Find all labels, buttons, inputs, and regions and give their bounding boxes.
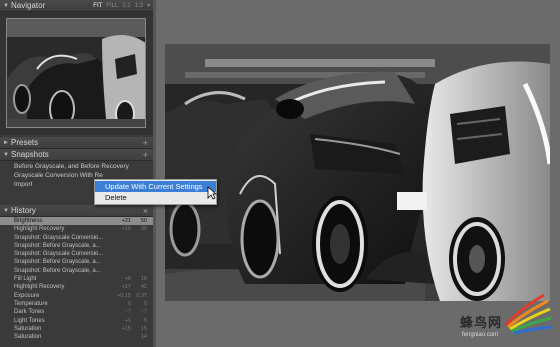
history-item-value: 15 — [140, 325, 147, 332]
zoom-fill-button[interactable]: FILL — [106, 0, 118, 12]
navigator-thumbnail[interactable] — [6, 18, 146, 128]
navigator-title: Navigator — [11, 1, 46, 10]
history-item[interactable]: Saturation 14 — [0, 333, 153, 341]
history-item[interactable]: Highlight Recovery +17 42 — [0, 283, 153, 291]
history-item-delta: -7 — [126, 309, 131, 316]
history-item-delta: +8 — [124, 276, 131, 283]
history-item-label: Saturation — [14, 325, 42, 332]
history-item-value: 0 — [143, 300, 147, 307]
history-item-value: 0.37 — [136, 292, 147, 299]
history-item-delta: 0 — [127, 300, 131, 307]
history-item[interactable]: Highlight Recovery +10 39 — [0, 225, 153, 233]
history-item[interactable]: Brightness +21 50 — [0, 217, 153, 226]
history-item-delta: +10 — [121, 226, 131, 233]
history-item-label: Snapshot: Grayscale Conversio... — [14, 251, 104, 258]
zoom-fit-button[interactable]: FIT — [93, 0, 102, 12]
history-item[interactable]: Snapshot: Before Grayscale, a... — [0, 258, 153, 266]
collapse-triangle-icon[interactable]: ▼ — [3, 152, 11, 158]
history-item-delta: +15 — [121, 325, 131, 332]
history-item[interactable]: Snapshot: Before Grayscale, a... — [0, 267, 153, 275]
presets-title: Presets — [11, 138, 39, 147]
history-item-label: Temperature — [14, 300, 48, 307]
panel-divider[interactable] — [153, 0, 156, 347]
history-item[interactable]: Fill Light +8 18 — [0, 275, 153, 283]
watermark-url-text: fengniao.com — [462, 332, 499, 338]
history-item-label: Highlight Recovery — [14, 284, 65, 291]
zoom-menu-icon[interactable]: ▾ — [147, 0, 150, 12]
history-list: Brightness +21 50 Highlight Recovery +10 39 Sn… — [0, 217, 153, 341]
history-item[interactable]: Light Tones +1 5 — [0, 317, 153, 325]
update-with-current-settings-menu-item[interactable]: Update With Current Settings — [95, 181, 216, 192]
snapshots-title: Snapshots — [11, 150, 49, 159]
history-item[interactable]: Snapshot: Before Grayscale, a... — [0, 242, 153, 250]
history-item-value: 5 — [143, 317, 147, 324]
history-item[interactable]: Exposure +0.15 0.37 — [0, 292, 153, 300]
collapse-triangle-icon[interactable]: ▼ — [3, 3, 11, 9]
history-item-label: Snapshot: Before Grayscale, a... — [14, 242, 101, 249]
history-item[interactable]: Snapshot: Grayscale Conversio... — [0, 234, 153, 242]
history-item-label: Brightness — [14, 218, 43, 224]
history-item-value: 39 — [140, 226, 147, 233]
navigator-zoom-options: FIT FILL 1:1 1:3 ▾ — [93, 0, 150, 12]
history-item-value: 42 — [140, 284, 147, 291]
history-item-value: -7 — [142, 309, 147, 316]
main-photo[interactable] — [165, 44, 550, 301]
zoom-1-1-button[interactable]: 1:1 — [122, 0, 130, 12]
history-item-delta: +0.15 — [117, 292, 131, 299]
history-header[interactable]: ▼ History × — [0, 205, 153, 217]
snapshot-context-menu: Update With Current Settings Delete — [94, 179, 217, 205]
collapse-triangle-icon[interactable]: ▼ — [3, 208, 11, 214]
history-item-value: 50 — [140, 218, 147, 224]
history-item-label: Exposure — [14, 292, 40, 299]
history-item[interactable]: Dark Tones -7 -7 — [0, 308, 153, 316]
clear-history-icon[interactable]: × — [143, 205, 148, 217]
history-item-label: Snapshot: Before Grayscale, a... — [14, 267, 101, 274]
cars-photo-image — [165, 44, 550, 301]
navigator-preview[interactable] — [0, 12, 153, 134]
expand-triangle-icon[interactable]: ► — [3, 140, 11, 146]
mouse-cursor-icon — [207, 186, 217, 200]
history-item-label: Snapshot: Grayscale Conversio... — [14, 234, 104, 241]
history-item-delta: +17 — [121, 284, 131, 291]
history-item-label: Fill Light — [14, 276, 37, 283]
watermark-chinese-text: 蜂鸟网 — [460, 315, 503, 330]
history-item[interactable]: Saturation +15 15 — [0, 325, 153, 333]
history-item-label: Dark Tones — [14, 309, 45, 316]
add-preset-icon[interactable]: + — [143, 137, 148, 149]
delete-menu-item[interactable]: Delete — [95, 192, 216, 203]
history-item[interactable]: Snapshot: Grayscale Conversio... — [0, 250, 153, 258]
cars-thumbnail-image — [7, 19, 145, 127]
history-item-label: Highlight Recovery — [14, 226, 65, 233]
history-item-delta: +1 — [124, 317, 131, 324]
fengniao-watermark-logo: 蜂鸟网 fengniao.com — [458, 291, 554, 345]
history-item-label: Light Tones — [14, 317, 45, 324]
history-item[interactable]: Temperature 0 0 — [0, 300, 153, 308]
history-item-label: Snapshot: Before Grayscale, a... — [14, 259, 101, 266]
add-snapshot-icon[interactable]: + — [143, 149, 148, 161]
presets-header[interactable]: ► Presets + — [0, 137, 153, 149]
history-item-delta: +21 — [121, 218, 131, 224]
history-title: History — [11, 206, 36, 215]
history-item-label: Saturation — [14, 334, 42, 341]
navigator-header[interactable]: ▼ Navigator FIT FILL 1:1 1:3 ▾ — [0, 0, 153, 12]
snapshots-header[interactable]: ▼ Snapshots + — [0, 149, 153, 161]
zoom-1-3-button[interactable]: 1:3 — [135, 0, 143, 12]
left-panel: ▼ Navigator FIT FILL 1:1 1:3 ▾ ► Presets… — [0, 0, 153, 347]
history-item-value: 14 — [140, 334, 147, 341]
snapshot-item[interactable]: Before Grayscale, and Before Recovery — [0, 162, 153, 171]
history-item-value: 18 — [140, 276, 147, 283]
